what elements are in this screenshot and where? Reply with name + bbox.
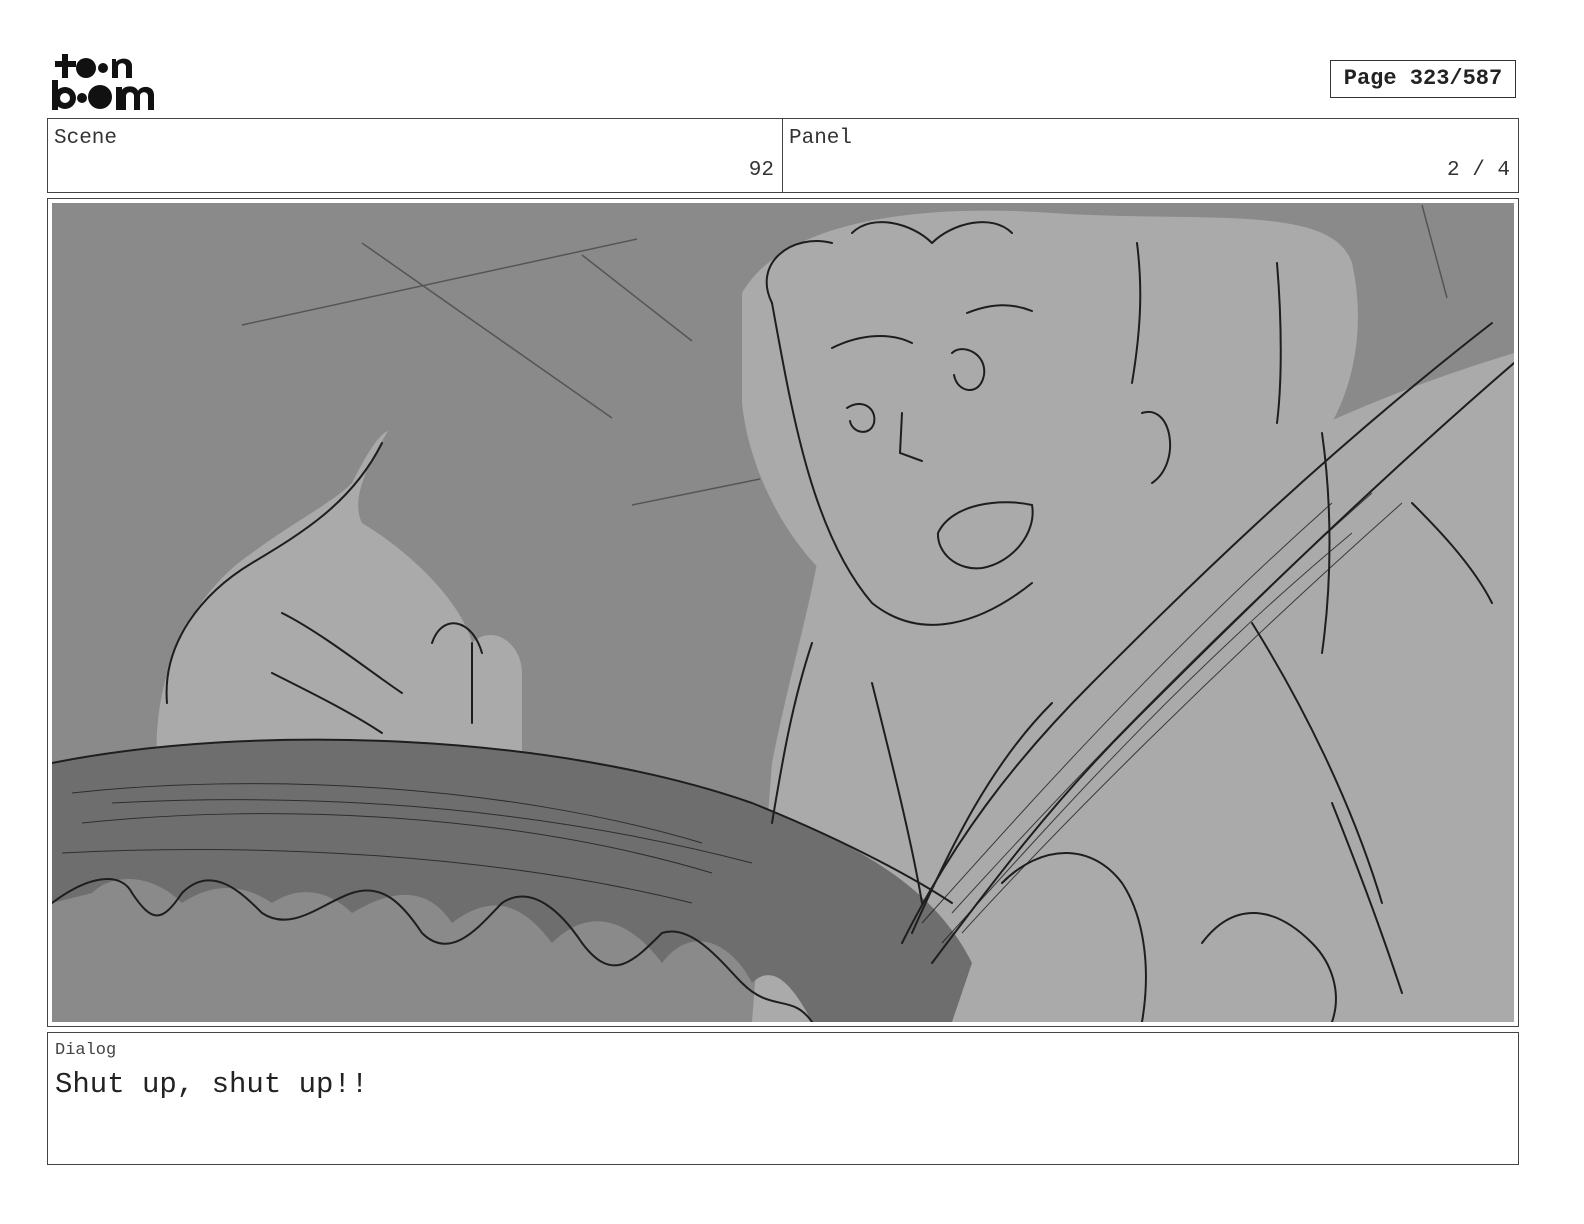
panel-number: 2 / 4 <box>1446 159 1510 182</box>
toonboom-logo <box>52 54 154 110</box>
scene-cell: Scene 92 <box>48 119 783 192</box>
dialog-box: Dialog Shut up, shut up!! <box>47 1032 1519 1165</box>
panel-label: Panel <box>789 127 853 150</box>
panel-cell: Panel 2 / 4 <box>783 119 1518 192</box>
scene-label: Scene <box>54 127 118 150</box>
storyboard-drawing <box>52 203 1514 1022</box>
scene-number: 92 <box>748 159 774 182</box>
storyboard-frame <box>47 198 1519 1027</box>
dialog-text: Shut up, shut up!! <box>55 1068 369 1101</box>
page-number: Page 323/587 <box>1330 60 1516 98</box>
dialog-label: Dialog <box>55 1041 117 1060</box>
scene-panel-header: Scene 92 Panel 2 / 4 <box>47 118 1519 193</box>
